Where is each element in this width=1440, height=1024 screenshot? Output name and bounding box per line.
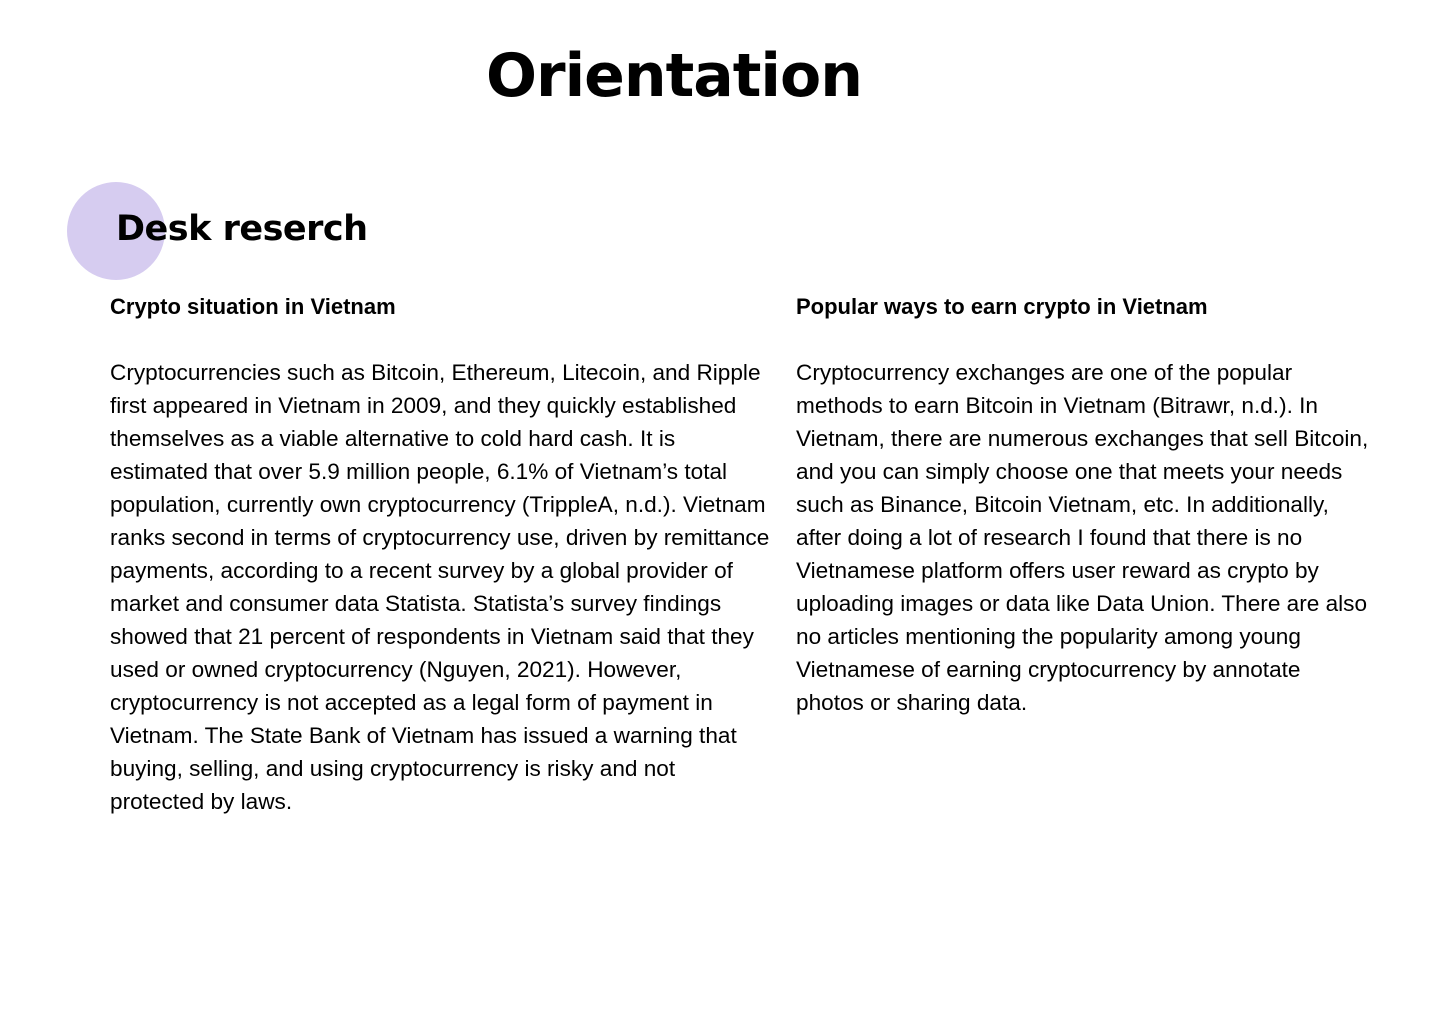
section-title: Desk reserch bbox=[116, 209, 368, 249]
right-column: Popular ways to earn crypto in Vietnam C… bbox=[796, 290, 1371, 719]
section-header: Desk reserch bbox=[67, 182, 467, 280]
left-column: Crypto situation in Vietnam Cryptocurren… bbox=[110, 290, 770, 818]
right-column-heading: Popular ways to earn crypto in Vietnam bbox=[796, 294, 1208, 319]
right-column-body: Cryptocurrency exchanges are one of the … bbox=[796, 360, 1369, 715]
left-column-heading: Crypto situation in Vietnam bbox=[110, 294, 396, 319]
left-column-body: Cryptocurrencies such as Bitcoin, Ethere… bbox=[110, 360, 770, 814]
page-title: Orientation bbox=[486, 41, 863, 111]
